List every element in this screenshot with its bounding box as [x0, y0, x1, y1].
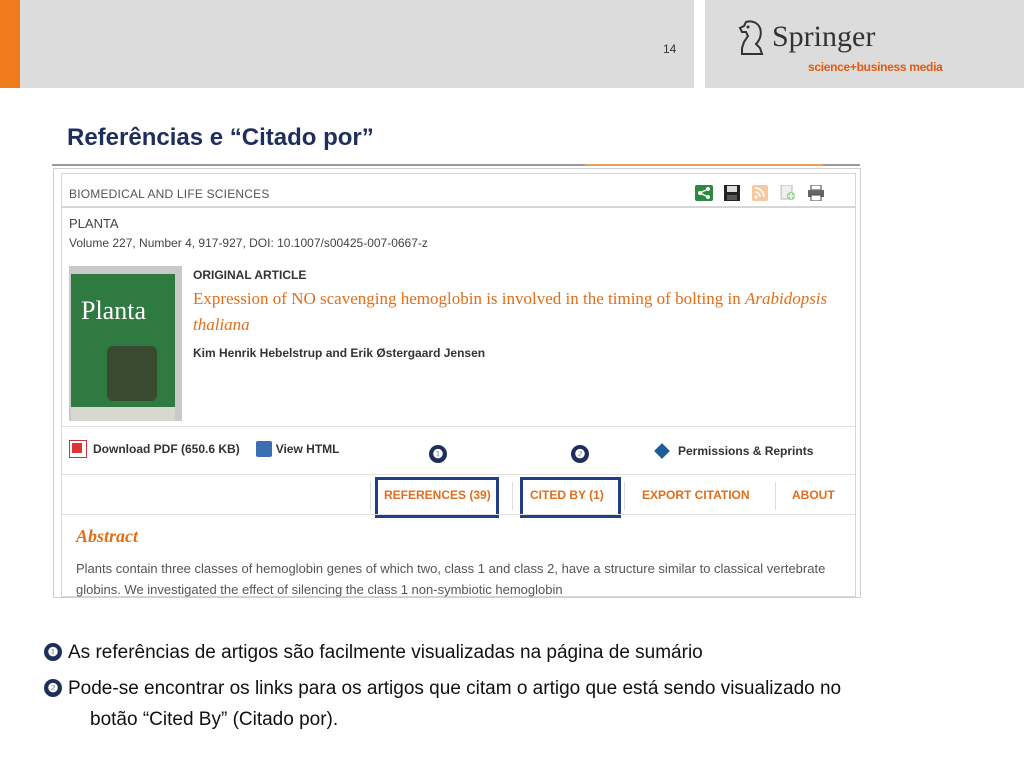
article-page-screenshot: BIOMEDICAL AND LIFE SCIENCES PLANTA Volu… [53, 168, 861, 598]
tab-references[interactable]: REFERENCES (39) [384, 488, 491, 502]
abstract-text: Plants contain three classes of hemoglob… [76, 561, 826, 597]
springer-logo: Springer science+business media [732, 14, 962, 80]
subject-bar: BIOMEDICAL AND LIFE SCIENCES [61, 173, 856, 207]
note-marker-2: ❷ [44, 679, 62, 697]
subject-label: BIOMEDICAL AND LIFE SCIENCES [69, 187, 270, 201]
tab-cited-by[interactable]: CITED BY (1) [530, 488, 604, 502]
download-row: Download PDF (650.6 KB) View HTML [69, 440, 339, 458]
note-2-text-line1: Pode-se encontrar os links para os artig… [68, 678, 842, 699]
save-icon[interactable] [723, 185, 741, 201]
pdf-icon [69, 440, 87, 458]
cover-title: Planta [81, 296, 146, 325]
note-2: ❷ Pode-se encontrar os links para os art… [44, 676, 1004, 735]
share-icon[interactable] [695, 185, 713, 201]
permissions-link[interactable]: Permissions & Reprints [654, 443, 813, 459]
logo-tagline: science+business media [808, 60, 943, 74]
html-icon [255, 441, 272, 457]
print-icon[interactable] [807, 185, 825, 201]
journal-cover-image: Planta [69, 266, 182, 421]
article-panel: PLANTA Volume 227, Number 4, 917-927, DO… [61, 207, 856, 597]
article-type: ORIGINAL ARTICLE [193, 268, 307, 282]
tab-about[interactable]: ABOUT [792, 488, 835, 502]
title-underline-accent [585, 164, 823, 166]
orange-accent-tab [0, 0, 20, 88]
cover-photo [107, 346, 157, 401]
knight-icon [738, 20, 764, 55]
explanation-notes: ❶ As referências de artigos são facilmen… [44, 640, 1004, 743]
tab-export-citation[interactable]: EXPORT CITATION [642, 488, 750, 502]
note-1: ❶ As referências de artigos são facilmen… [44, 640, 1004, 668]
slide-title: Referências e “Citado por” [67, 124, 374, 151]
article-title: Expression of NO scavenging hemoglobin i… [193, 289, 828, 334]
note-2-text-line2: botão “Cited By” (Citado por). [90, 709, 339, 730]
header-band-left [20, 0, 694, 88]
article-tabs: REFERENCES (39) CITED BY (1) EXPORT CITA… [62, 474, 855, 518]
diamond-arrow-icon [654, 443, 670, 459]
top-banner: 14 Springer science+business media [0, 0, 1024, 88]
marker-1: ❶ [429, 445, 447, 463]
note-1-text: As referências de artigos são facilmente… [68, 642, 703, 663]
add-icon[interactable] [779, 185, 797, 201]
page-number: 14 [663, 42, 677, 56]
note-marker-1: ❶ [44, 643, 62, 661]
view-html-link[interactable]: View HTML [276, 442, 340, 456]
toolbar-icons [695, 183, 825, 203]
article-authors: Kim Henrik Hebelstrup and Erik Østergaar… [193, 346, 486, 360]
divider [62, 514, 855, 515]
abstract-heading: Abstract [76, 526, 139, 546]
journal-name[interactable]: PLANTA [69, 216, 119, 231]
logo-wordmark: Springer [772, 20, 876, 53]
marker-2: ❷ [571, 445, 589, 463]
volume-info: Volume 227, Number 4, 917-927, DOI: 10.1… [69, 236, 428, 250]
download-pdf-link[interactable]: Download PDF (650.6 KB) [93, 442, 240, 456]
divider [62, 426, 855, 427]
rss-icon[interactable] [751, 185, 769, 201]
permissions-label: Permissions & Reprints [678, 444, 814, 458]
